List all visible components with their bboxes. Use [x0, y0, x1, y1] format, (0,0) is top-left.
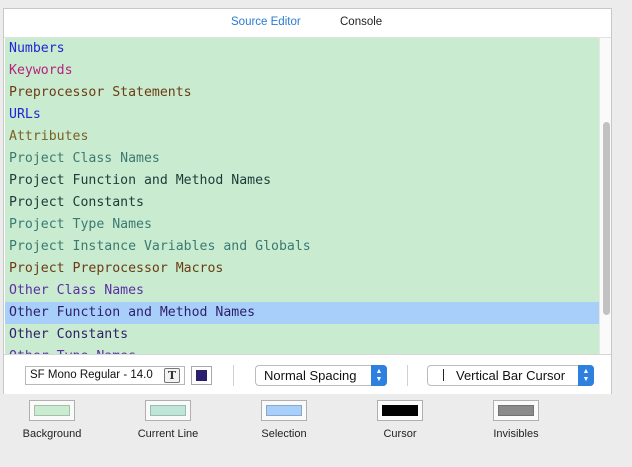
current-line-color-swatch — [150, 405, 186, 416]
editor-settings-panel: Source Editor Console Numbers Keywords Pre… — [3, 8, 612, 394]
current-line-color-item: Current Line — [134, 400, 202, 440]
syntax-list-item[interactable]: Preprocessor Statements — [5, 82, 599, 104]
font-picker-button[interactable]: T — [164, 368, 180, 383]
popup-chevron-icon: ▲ ▼ — [578, 365, 594, 386]
syntax-list-item[interactable]: Project Instance Variables and Globals — [5, 236, 599, 258]
color-wells-bar: Background Current Line Selection Cursor… — [0, 400, 632, 460]
current-line-color-well[interactable] — [145, 400, 191, 421]
toolbar-divider — [233, 365, 234, 386]
selection-color-item: Selection — [250, 400, 318, 440]
cursor-style-popup[interactable]: Vertical Bar Cursor ▲ ▼ — [427, 365, 594, 386]
cursor-color-swatch — [382, 405, 418, 416]
text-color-well[interactable] — [191, 366, 212, 385]
syntax-list-item[interactable]: Other Function and Method Names — [5, 302, 599, 324]
vertical-bar-cursor-icon — [443, 369, 444, 381]
style-toolbar: SF Mono Regular - 14.0 T Normal Spacing … — [4, 354, 611, 394]
syntax-list-item[interactable]: Keywords — [5, 60, 599, 82]
tab-console[interactable]: Console — [340, 16, 382, 28]
scrollbar-thumb[interactable] — [603, 122, 610, 315]
syntax-list-item[interactable]: Project Function and Method Names — [5, 170, 599, 192]
cursor-label: Cursor — [383, 428, 417, 440]
cursor-color-well[interactable] — [377, 400, 423, 421]
syntax-list-item[interactable]: Project Constants — [5, 192, 599, 214]
background-color-well[interactable] — [29, 400, 75, 421]
invisibles-color-swatch — [498, 405, 534, 416]
tab-source-editor[interactable]: Source Editor — [231, 16, 301, 28]
line-spacing-value: Normal Spacing — [264, 368, 357, 383]
syntax-list-item[interactable]: Project Type Names — [5, 214, 599, 236]
cursor-style-value: Vertical Bar Cursor — [456, 368, 566, 383]
selection-label: Selection — [261, 428, 307, 440]
tab-bar: Source Editor Console — [4, 9, 611, 38]
invisibles-label: Invisibles — [493, 428, 539, 440]
syntax-list-item[interactable]: Numbers — [5, 38, 599, 60]
font-value: SF Mono Regular - 14.0 — [30, 369, 153, 381]
invisibles-color-well[interactable] — [493, 400, 539, 421]
background-color-swatch — [34, 405, 70, 416]
syntax-list-item[interactable]: Other Class Names — [5, 280, 599, 302]
syntax-list-item[interactable]: Project Preprocessor Macros — [5, 258, 599, 280]
syntax-list-item[interactable]: Project Class Names — [5, 148, 599, 170]
line-spacing-popup[interactable]: Normal Spacing ▲ ▼ — [255, 365, 387, 386]
syntax-list-item[interactable]: URLs — [5, 104, 599, 126]
popup-chevron-icon: ▲ ▼ — [371, 365, 387, 386]
selection-color-swatch — [266, 405, 302, 416]
current-line-label: Current Line — [137, 428, 199, 440]
cursor-color-item: Cursor — [366, 400, 434, 440]
syntax-list-item[interactable]: Other Constants — [5, 324, 599, 346]
syntax-list-item[interactable]: Other Type Names — [5, 346, 599, 354]
invisibles-color-item: Invisibles — [482, 400, 550, 440]
vertical-scrollbar[interactable] — [599, 38, 611, 354]
background-label: Background — [22, 428, 82, 440]
text-color-swatch — [196, 370, 207, 381]
toolbar-divider — [407, 365, 408, 386]
syntax-element-list: Numbers Keywords Preprocessor Statements UR… — [5, 38, 599, 354]
font-field[interactable]: SF Mono Regular - 14.0 — [25, 366, 185, 385]
syntax-list-item[interactable]: Attributes — [5, 126, 599, 148]
background-color-item: Background — [18, 400, 86, 440]
selection-color-well[interactable] — [261, 400, 307, 421]
